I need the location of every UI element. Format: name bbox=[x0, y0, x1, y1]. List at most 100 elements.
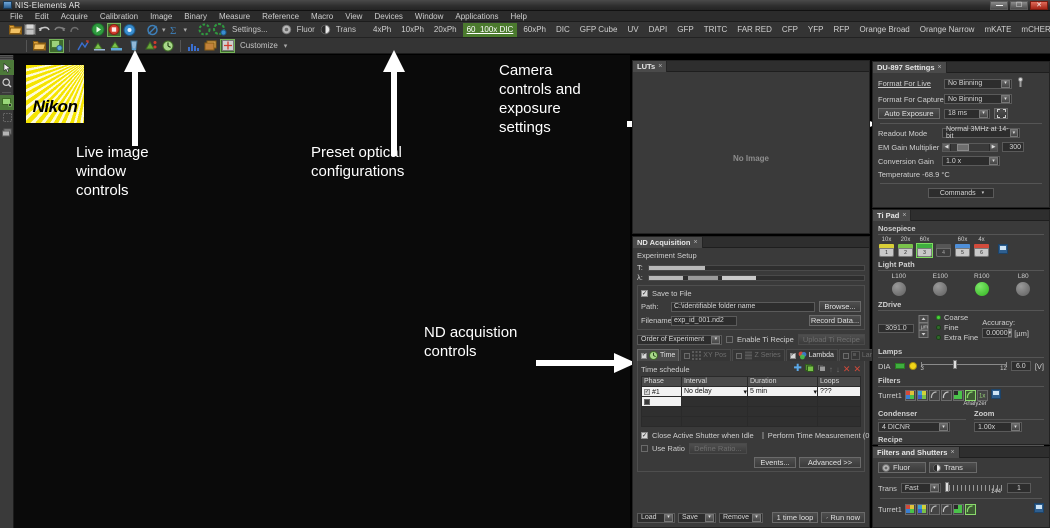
trans-shutter-button[interactable]: Trans bbox=[929, 462, 977, 473]
cell-phase[interactable]: ✓ #1 bbox=[642, 387, 682, 397]
close-icon[interactable]: × bbox=[693, 239, 697, 246]
filter-info-icon[interactable] bbox=[991, 389, 1001, 401]
optical-config-mkate[interactable]: mKATE bbox=[980, 23, 1015, 37]
light-path-l80[interactable]: L80 bbox=[1015, 273, 1031, 297]
dia-lamp-slider[interactable]: 3 12 bbox=[921, 360, 1007, 372]
format-for-live-select[interactable]: No Binning ▾ bbox=[944, 79, 1012, 89]
open-folder-icon[interactable] bbox=[9, 23, 22, 37]
format-for-live-label[interactable]: Format For Live bbox=[878, 79, 940, 88]
menu-item-acquire[interactable]: Acquire bbox=[55, 11, 94, 22]
light-path-button[interactable] bbox=[1015, 281, 1031, 297]
ti-pad-filter-cube-5-icon[interactable] bbox=[953, 390, 964, 401]
table-row[interactable] bbox=[642, 397, 861, 407]
filters-shutters-filter-cube-4-icon[interactable] bbox=[941, 504, 952, 515]
em-gain-decrease[interactable]: ◀ bbox=[943, 144, 951, 151]
live-image-canvas[interactable]: Nikon Live image window controls Preset … bbox=[14, 55, 630, 528]
dia-shutter-toggle[interactable] bbox=[895, 363, 905, 369]
add-phase-icon[interactable]: ✚ bbox=[794, 364, 802, 374]
stop-capture-icon[interactable] bbox=[107, 23, 121, 37]
measure-icon[interactable] bbox=[92, 39, 107, 53]
dimension-checkbox[interactable] bbox=[684, 353, 690, 359]
optical-config-tritc[interactable]: TRITC bbox=[700, 23, 732, 37]
light-path-button[interactable] bbox=[891, 281, 907, 297]
settings-label[interactable]: Settings... bbox=[232, 25, 268, 34]
maximize-button[interactable]: ☐ bbox=[1010, 1, 1028, 10]
optical-config-gfp[interactable]: GFP bbox=[673, 23, 697, 37]
sigma-icon[interactable]: Σ bbox=[169, 23, 181, 37]
fs-info-icon[interactable] bbox=[1034, 503, 1044, 515]
optical-config-mcherry[interactable]: mCHERRY bbox=[1017, 23, 1050, 37]
menu-item-macro[interactable]: Macro bbox=[305, 11, 339, 22]
objective-icon[interactable]: 5 bbox=[955, 244, 970, 257]
trans-position-slider[interactable]: 144 bbox=[945, 482, 1003, 494]
light-path-button[interactable] bbox=[974, 281, 990, 297]
tab-nd-acquisition[interactable]: ND Acquisition × bbox=[633, 237, 703, 248]
record-data-button[interactable]: Record Data... bbox=[809, 315, 861, 326]
ti-pad-filter-cube-7-icon[interactable]: 1x bbox=[977, 390, 988, 401]
menu-item-edit[interactable]: Edit bbox=[29, 11, 55, 22]
close-icon[interactable]: × bbox=[938, 64, 942, 71]
commands-button[interactable]: Commands ▾ bbox=[928, 188, 994, 198]
dimension-checkbox[interactable] bbox=[736, 353, 742, 359]
optical-config-orange-narrow[interactable]: Orange Narrow bbox=[916, 23, 979, 37]
menu-item-devices[interactable]: Devices bbox=[368, 11, 408, 22]
browse-button[interactable]: Browse... bbox=[819, 301, 861, 312]
probe-icon[interactable] bbox=[1016, 77, 1025, 90]
paste-phase-icon[interactable] bbox=[817, 364, 826, 374]
dia-lamp-indicator[interactable] bbox=[909, 362, 917, 370]
dimension-tab-time[interactable]: ✓Time bbox=[637, 349, 679, 361]
zdrive-mode-extra-fine[interactable]: Extra Fine bbox=[936, 333, 978, 342]
cell-interval[interactable]: No delay ▾ bbox=[682, 387, 748, 397]
cell-loops[interactable]: ??? bbox=[818, 387, 861, 397]
settings-icon[interactable] bbox=[213, 23, 227, 37]
remove-button[interactable]: Remove ▾ bbox=[719, 513, 763, 523]
order-of-experiment-select[interactable]: Order of Experiment ▾ bbox=[637, 335, 722, 345]
chevron-down-icon[interactable]: ▾ bbox=[743, 388, 747, 396]
chevron-down-icon[interactable]: ▾ bbox=[162, 26, 166, 34]
auto-exposure-button[interactable]: Auto Exposure bbox=[878, 108, 940, 119]
nosepiece-slot-2[interactable]: 20x2 bbox=[897, 237, 914, 257]
roi-rect-icon[interactable] bbox=[0, 95, 14, 110]
copy-phase-icon[interactable] bbox=[805, 364, 814, 374]
trans-position-value[interactable]: 1 bbox=[1007, 483, 1031, 493]
cell-duration-empty[interactable] bbox=[748, 397, 818, 407]
cell-duration[interactable]: 5 min ▾ bbox=[748, 387, 818, 397]
nosepiece-slot-5[interactable]: 60x5 bbox=[954, 237, 971, 257]
optical-config-cfp[interactable]: CFP bbox=[778, 23, 802, 37]
menu-item-applications[interactable]: Applications bbox=[449, 11, 504, 22]
optical-config-yfp[interactable]: YFP bbox=[804, 23, 828, 37]
save-icon[interactable] bbox=[24, 23, 36, 37]
dimension-checkbox[interactable]: ✓ bbox=[641, 353, 647, 359]
zoom-icon[interactable] bbox=[0, 75, 14, 90]
menu-item-measure[interactable]: Measure bbox=[213, 11, 256, 22]
nosepiece-info-icon[interactable] bbox=[998, 244, 1008, 256]
binary-icon[interactable] bbox=[109, 39, 124, 53]
nd-acquisition-icon[interactable] bbox=[49, 39, 64, 53]
optical-config-uv[interactable]: UV bbox=[623, 23, 642, 37]
ti-pad-filter-cube-4-icon[interactable] bbox=[941, 390, 952, 401]
fluor-shutter-icon[interactable] bbox=[281, 23, 292, 37]
tab-du897-settings[interactable]: DU-897 Settings × bbox=[873, 62, 947, 73]
dimension-tab-lambda[interactable]: ✓Lambda bbox=[786, 349, 838, 361]
delete-all-phases-icon[interactable]: ✕ bbox=[853, 365, 861, 374]
optical-config-60xph[interactable]: 60xPh bbox=[519, 23, 550, 37]
ti-pad-filter-cube-3-icon[interactable] bbox=[929, 390, 940, 401]
open-folder-icon[interactable] bbox=[32, 39, 47, 53]
light-path-e100[interactable]: E100 bbox=[932, 273, 948, 297]
phase-enabled-checkbox[interactable] bbox=[644, 399, 650, 405]
lamp-voltage-value[interactable]: 6.0 bbox=[1011, 361, 1031, 371]
crosshair-icon[interactable] bbox=[220, 39, 235, 53]
redo-icon[interactable] bbox=[53, 23, 66, 37]
customize-label[interactable]: Customize bbox=[240, 41, 278, 50]
close-icon[interactable]: × bbox=[950, 449, 954, 456]
events-button[interactable]: Events... bbox=[754, 457, 796, 468]
close-button[interactable]: ✕ bbox=[1030, 1, 1048, 10]
readout-mode-select[interactable]: Normal 3MHz at 14-bit ▾ bbox=[942, 128, 1020, 138]
dimension-tab-xy-pos[interactable]: XY Pos bbox=[680, 349, 730, 361]
analysis-icon[interactable] bbox=[75, 39, 90, 53]
optical-config-4xph[interactable]: 4xPh bbox=[369, 23, 395, 37]
phase-enabled-checkbox[interactable]: ✓ bbox=[644, 389, 650, 395]
close-active-shutter-checkbox[interactable]: ✓ bbox=[641, 432, 648, 439]
filters-shutters-filter-cube-6-icon[interactable] bbox=[965, 504, 976, 515]
zoom-select[interactable]: 1.00x ▾ bbox=[974, 422, 1022, 432]
